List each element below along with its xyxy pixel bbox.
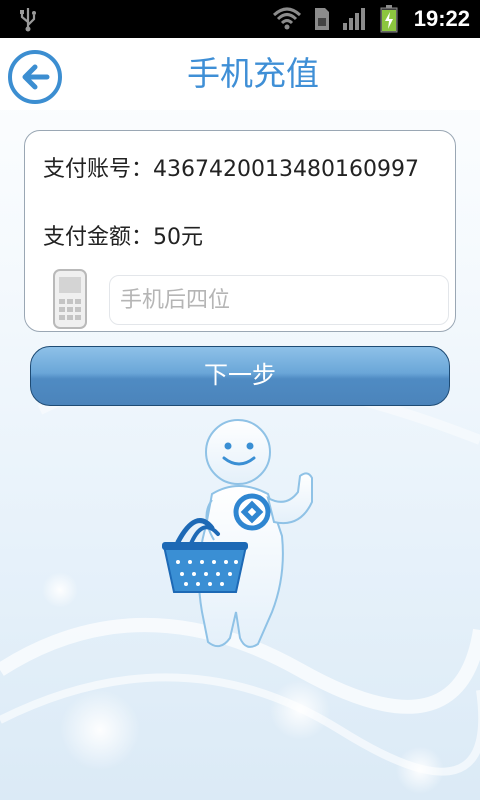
signal-icon [342,8,365,30]
sim-card-icon [314,8,329,30]
mobile-phone-icon [53,269,87,329]
app-header: 手机充值 [0,38,480,110]
clock: 19:22 [413,6,470,31]
usb-icon [20,8,36,32]
status-bar: 19:22 [0,0,480,38]
payment-info-card: 支付账号：4367420013480160997 支付金额：50元 [24,130,456,332]
page-title: 手机充值 [187,54,319,93]
battery-charging-icon [380,5,398,33]
wifi-icon [272,7,301,30]
payment-account-text: 支付账号：4367420013480160997 [43,157,419,182]
next-step-button[interactable]: 下一步 [30,346,450,406]
mascot-illustration [162,419,313,648]
phone-last-four-input[interactable] [109,275,449,325]
payment-amount-text: 支付金额：50元 [43,225,203,250]
